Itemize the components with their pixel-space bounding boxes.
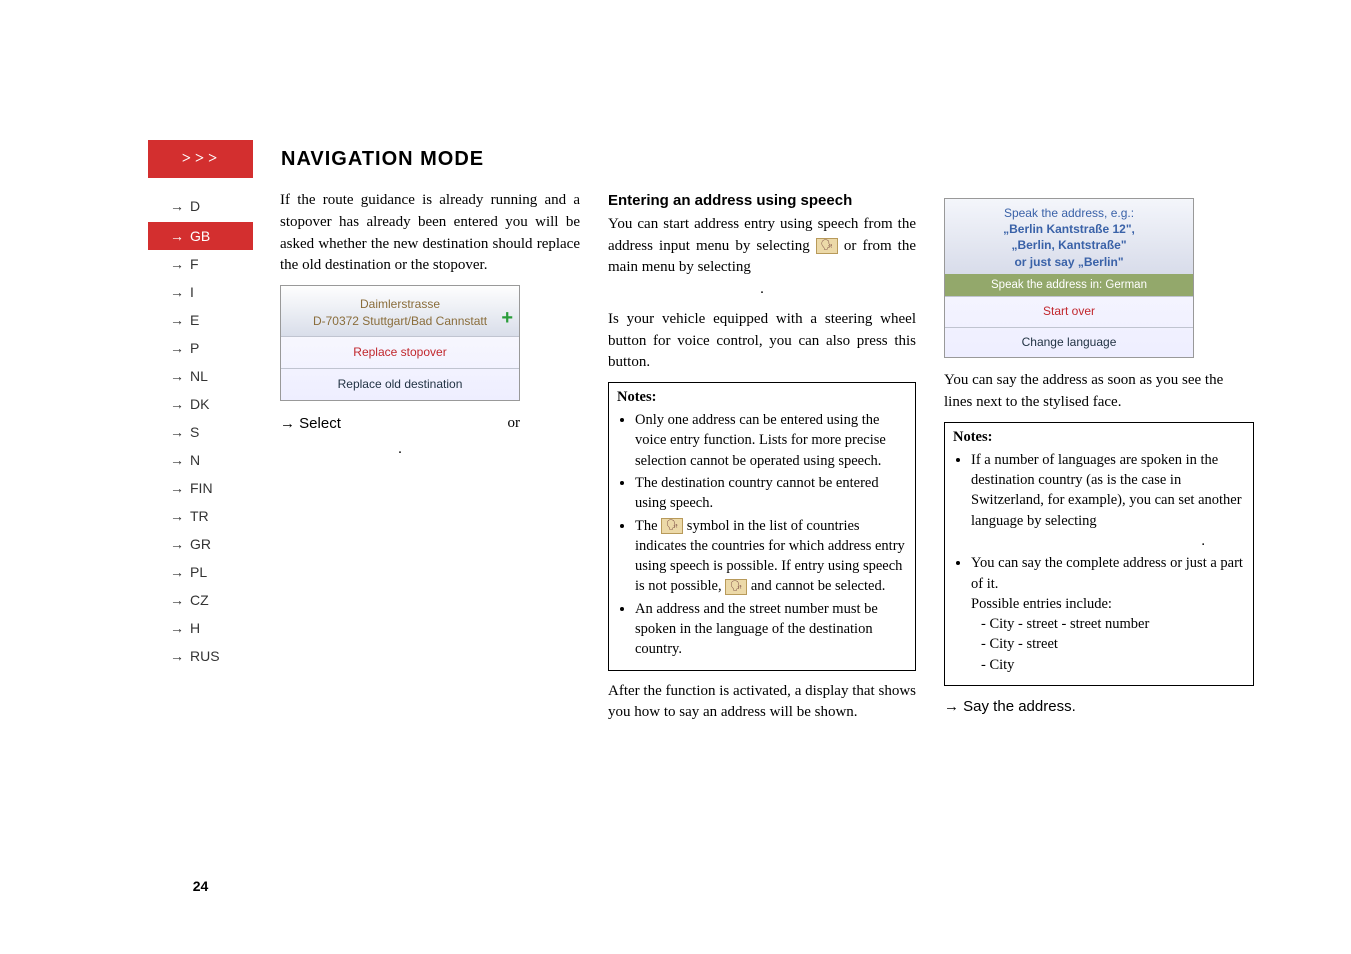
sidebar-item-p[interactable]: →P [148, 334, 253, 362]
col2-heading: Entering an address using speech [608, 190, 916, 212]
notes-title: Notes: [617, 387, 907, 408]
sidebar-label: D [190, 198, 200, 214]
col1-intro: If the route guidance is already running… [280, 190, 580, 277]
notes-list: Only one address can be entered using th… [617, 410, 907, 660]
col1-select-line: → Select or [280, 413, 520, 435]
notes-list: If a number of languages are spoken in t… [953, 450, 1245, 675]
ss2-line4: or just say „Berlin" [953, 254, 1185, 270]
note3a: The [635, 518, 661, 534]
sidebar-item-gb[interactable]: →GB [148, 222, 253, 250]
sub1: - City - street - street number [981, 614, 1245, 634]
sidebar-item-tr[interactable]: →TR [148, 502, 253, 530]
plus-icon: + [501, 304, 513, 333]
sidebar-label: DK [190, 396, 209, 412]
sidebar-item-n[interactable]: →N [148, 446, 253, 474]
note3c: and [751, 578, 776, 594]
sidebar-item-e[interactable]: →E [148, 306, 253, 334]
note-item: An address and the street number must be… [635, 599, 907, 660]
col2-p2: Is your vehicle equipped with a steering… [608, 309, 916, 374]
note-item: The destination country cannot be entere… [635, 473, 907, 514]
ss2-line2: „Berlin Kantstraße 12", [953, 221, 1185, 237]
language-sidebar: →D →GB →F →I →E →P →NL →DK →S →N →FIN →T… [148, 190, 253, 670]
col3-p1: You can say the address as soon as you s… [944, 370, 1254, 414]
content: If the route guidance is already running… [280, 190, 1231, 732]
note2b-text: Possible entries include: [971, 596, 1112, 612]
sidebar-label: PL [190, 564, 207, 580]
col2-after: After the function is activated, a displ… [608, 681, 916, 725]
sidebar-label: FIN [190, 480, 213, 496]
screenshot2-opt-startover: Start over [945, 296, 1193, 326]
col3-say: → Say the address. [944, 696, 1254, 718]
note3d: cannot be selected. [775, 578, 885, 594]
sidebar-item-fin[interactable]: →FIN [148, 474, 253, 502]
column-3: Speak the address, e.g.: „Berlin Kantstr… [944, 190, 1254, 732]
screenshot2-greenbar: Speak the address in: German [945, 274, 1193, 297]
sidebar-label: NL [190, 368, 208, 384]
sidebar-label: E [190, 312, 199, 328]
note-item: Only one address can be entered using th… [635, 410, 907, 471]
sidebar-item-pl[interactable]: →PL [148, 558, 253, 586]
col3-notes-box: Notes: If a number of languages are spok… [944, 422, 1254, 686]
note2-text: You can say the complete address or just… [971, 555, 1243, 591]
column-1: If the route guidance is already running… [280, 190, 580, 732]
sidebar-label: RUS [190, 648, 220, 664]
col3-device-screenshot: Speak the address, e.g.: „Berlin Kantstr… [944, 198, 1194, 358]
screenshot2-opt-changelang: Change language [945, 327, 1193, 357]
sidebar-label: H [190, 620, 200, 636]
sidebar-label: F [190, 256, 199, 272]
sidebar-item-rus[interactable]: →RUS [148, 642, 253, 670]
screenshot-address-line1: Daimlerstrasse [289, 296, 511, 313]
sidebar-item-dk[interactable]: →DK [148, 390, 253, 418]
sidebar-item-nl[interactable]: →NL [148, 362, 253, 390]
sidebar-label: GB [190, 228, 210, 244]
header-arrows-badge: >>> [148, 140, 253, 178]
speech-icon: 🗣︎ [725, 579, 747, 595]
sidebar-item-h[interactable]: →H [148, 614, 253, 642]
page-number: 24 [148, 878, 253, 894]
page-header: >>> NAVIGATION MODE [148, 140, 484, 178]
sidebar-item-s[interactable]: →S [148, 418, 253, 446]
sidebar-item-gr[interactable]: →GR [148, 530, 253, 558]
note-item: The 🗣︎ symbol in the list of countries i… [635, 516, 907, 597]
speech-icon: 🗣︎ [816, 238, 838, 254]
sidebar-label: CZ [190, 592, 209, 608]
screenshot-header: Daimlerstrasse D-70372 Stuttgart/Bad Can… [281, 286, 519, 336]
note-item: If a number of languages are spoken in t… [971, 450, 1245, 551]
sidebar-label: P [190, 340, 199, 356]
column-2: Entering an address using speech You can… [608, 190, 916, 732]
col1-device-screenshot: Daimlerstrasse D-70372 Stuttgart/Bad Can… [280, 285, 520, 401]
sub2: - City - street [981, 634, 1245, 654]
screenshot-address-line2: D-70372 Stuttgart/Bad Cannstatt [289, 313, 511, 330]
note1-text: If a number of languages are spoken in t… [971, 452, 1242, 529]
sidebar-label: S [190, 424, 199, 440]
screenshot-option-replace-stopover: Replace stopover [281, 336, 519, 368]
sidebar-item-d[interactable]: →D [148, 190, 253, 222]
sidebar-item-f[interactable]: →F [148, 250, 253, 278]
notes-title: Notes: [953, 427, 1245, 448]
note-item: You can say the complete address or just… [971, 553, 1245, 675]
speech-country-icon: 🗣︎ [661, 518, 683, 534]
sidebar-label: TR [190, 508, 209, 524]
ss2-line1: Speak the address, e.g.: [953, 205, 1185, 221]
sidebar-item-i[interactable]: →I [148, 278, 253, 306]
sidebar-label: N [190, 452, 200, 468]
screenshot-option-replace-destination: Replace old destination [281, 368, 519, 400]
select-period: . [280, 439, 520, 461]
col2-notes-box: Notes: Only one address can be entered u… [608, 382, 916, 671]
ss2-line3: „Berlin, Kantstraße" [953, 237, 1185, 253]
note1-period: . [971, 531, 1245, 551]
p1c-period: . [608, 279, 916, 301]
section-title: NAVIGATION MODE [281, 148, 484, 171]
sidebar-label: GR [190, 536, 211, 552]
col2-p1: You can start address entry using speech… [608, 214, 916, 301]
sub3: - City [981, 655, 1245, 675]
page: >>> NAVIGATION MODE →D →GB →F →I →E →P →… [0, 0, 1351, 954]
sidebar-label: I [190, 284, 194, 300]
sidebar-item-cz[interactable]: →CZ [148, 586, 253, 614]
select-prefix: → Select [280, 413, 341, 435]
select-or: or [508, 413, 521, 435]
screenshot2-prompt: Speak the address, e.g.: „Berlin Kantstr… [945, 199, 1193, 274]
